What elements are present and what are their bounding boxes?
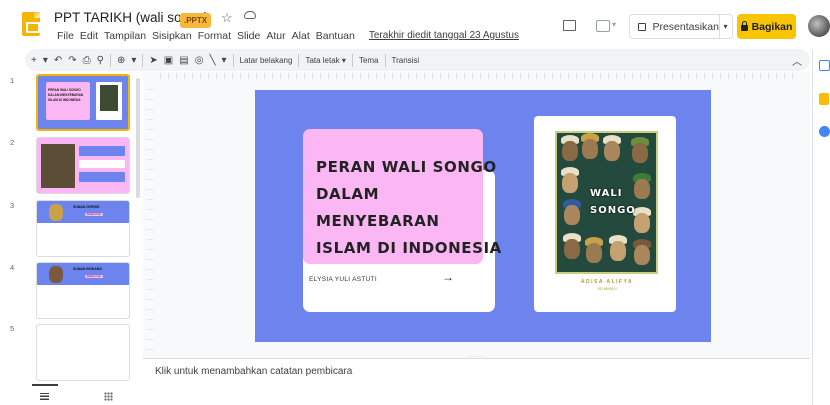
zoom-icon[interactable]: ⊕: [117, 55, 125, 66]
thumb-title: SUNAN GRESIK: [73, 205, 100, 209]
line-icon[interactable]: ╲: [209, 55, 215, 66]
present-options-button[interactable]: ▾: [719, 14, 733, 39]
slide-title-line: MENYEBARAN: [316, 212, 440, 230]
book-title-line: SONGO: [590, 205, 636, 216]
share-button[interactable]: Bagikan: [737, 14, 796, 39]
select-cursor-icon[interactable]: ➤: [149, 55, 157, 66]
collapse-toolbar-icon[interactable]: ︿: [792, 53, 802, 68]
redo-icon[interactable]: ↷: [68, 55, 76, 66]
arrow-right-icon: →: [442, 270, 454, 284]
notes-resize-handle[interactable]: ·····: [470, 354, 485, 360]
slide-thumbnail-1[interactable]: PERAN WALI SONGO DALAM MENYEBARAN ISLAM …: [36, 74, 130, 131]
text-box-icon[interactable]: ▣: [164, 55, 173, 66]
toolbar-divider: [351, 53, 353, 67]
slide-thumbnail-3[interactable]: SUNAN GRESIK Detail 1 hari: [36, 200, 130, 257]
toolbar-divider: [109, 53, 111, 67]
menu-format[interactable]: Format: [195, 30, 234, 42]
toolbar: + ▾ ↶ ↷ ⎙ ⚲ ⊕ ▾ ➤ ▣ ▤ ◎ ╲ ▾ Latar belaka…: [25, 49, 810, 71]
present-button[interactable]: Presentasikan: [629, 14, 720, 39]
thumb-title: SUNAN BONANG: [73, 267, 102, 271]
app-header: PPT TARIKH (wali songo) .PPTX ☆ File Edi…: [0, 0, 830, 48]
layout-button[interactable]: Tata letak ▾: [305, 56, 346, 65]
grid-view-icon[interactable]: [104, 392, 113, 401]
menu-insert[interactable]: Sisipkan: [149, 30, 195, 42]
slide-number: 1: [10, 76, 15, 85]
thumb-button: Detail 1 hari: [85, 275, 103, 278]
thumb-button: Detail 1 hari: [85, 213, 103, 216]
layout-label: Tata letak: [305, 55, 340, 65]
star-icon[interactable]: ☆: [221, 10, 233, 26]
toolbar-divider: [384, 53, 386, 67]
chevron-down-icon[interactable]: ▾: [43, 55, 48, 66]
chevron-down-icon[interactable]: ▾: [221, 55, 226, 66]
keep-icon[interactable]: [819, 93, 829, 105]
chevron-down-icon[interactable]: ▾: [612, 20, 616, 29]
slide-thumbnail-5[interactable]: [36, 324, 130, 381]
slide-number: 5: [10, 324, 15, 333]
comment-history-icon[interactable]: [563, 20, 576, 31]
view-active-indicator: [32, 384, 58, 386]
transition-button[interactable]: Transisi: [392, 56, 420, 65]
toolbar-divider: [232, 53, 234, 67]
filmstrip-scrollbar[interactable]: [136, 78, 140, 198]
cloud-status-icon[interactable]: [244, 11, 256, 19]
present-icon: [638, 22, 647, 31]
menu-tools[interactable]: Alat: [289, 30, 313, 42]
menu-slide[interactable]: Slide: [234, 30, 263, 42]
slide-title[interactable]: PERAN WALI SONGO DALAM MENYEBARAN ISLAM …: [316, 154, 502, 262]
new-slide-icon[interactable]: +: [31, 55, 37, 66]
slide-title-line: ISLAM DI INDONESIA: [316, 239, 502, 257]
menu-arrange[interactable]: Atur: [263, 30, 288, 42]
menu-file[interactable]: File: [54, 30, 77, 42]
slide-title-line: PERAN WALI SONGO: [316, 158, 497, 176]
book-subcaption: SD MIPA II: [597, 286, 617, 291]
menu-help[interactable]: Bantuan: [313, 30, 358, 42]
slide-thumbnail-2[interactable]: [36, 137, 130, 194]
notes-divider: [143, 358, 810, 359]
share-label: Bagikan: [751, 20, 793, 33]
thumb-title: PERAN WALI SONGO DALAM MENYEBARAN ISLAM …: [48, 88, 84, 102]
calendar-icon[interactable]: [819, 60, 830, 71]
book-caption: ADISA ALIFYA: [580, 279, 634, 285]
slides-logo-icon[interactable]: [22, 12, 40, 36]
menu-bar: File Edit Tampilan Sisipkan Format Slide…: [54, 30, 522, 42]
slide-number: 4: [10, 263, 15, 272]
slide-thumbnail-4[interactable]: SUNAN BONANG Detail 1 hari: [36, 262, 130, 319]
slide-author[interactable]: ELYSIA YULI ASTUTI: [309, 276, 377, 283]
print-icon[interactable]: ⎙: [83, 55, 91, 66]
slide-title-line: DALAM: [316, 185, 380, 203]
speaker-notes-input[interactable]: Klik untuk menambahkan catatan pembicara: [155, 366, 352, 377]
last-edit-link[interactable]: Terakhir diedit tanggal 23 Agustus: [366, 30, 522, 42]
lock-icon: [740, 21, 748, 31]
slide-number: 2: [10, 138, 15, 147]
theme-button[interactable]: Tema: [359, 56, 379, 65]
undo-icon[interactable]: ↶: [54, 55, 62, 66]
background-button[interactable]: Latar belakang: [240, 56, 293, 65]
avatar[interactable]: [808, 15, 830, 37]
slide-number: 3: [10, 201, 15, 210]
paint-format-icon[interactable]: ⚲: [97, 55, 104, 66]
image-icon[interactable]: ▤: [179, 55, 188, 66]
book-title: WALI SONGO: [590, 185, 636, 219]
filmstrip-view-icon[interactable]: [40, 393, 49, 400]
present-label: Presentasikan: [652, 20, 719, 33]
chevron-down-icon[interactable]: ▾: [131, 55, 136, 66]
horizontal-ruler: [160, 73, 800, 79]
toolbar-divider: [298, 53, 300, 67]
shape-icon[interactable]: ◎: [195, 55, 204, 66]
vertical-ruler: [146, 88, 153, 350]
file-format-badge: .PPTX: [180, 13, 212, 28]
menu-view[interactable]: Tampilan: [101, 30, 149, 42]
tasks-icon[interactable]: [819, 126, 830, 137]
add-comment-icon[interactable]: [596, 20, 610, 32]
menu-edit[interactable]: Edit: [77, 30, 101, 42]
book-title-line: WALI: [590, 188, 623, 199]
toolbar-divider: [142, 53, 144, 67]
